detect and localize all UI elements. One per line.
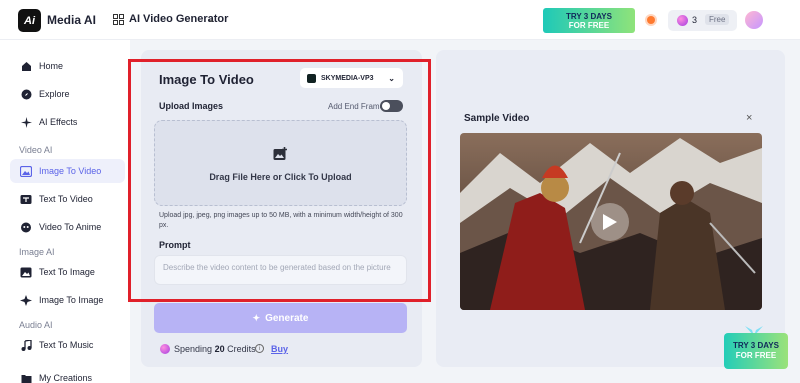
sidebar-item-ai-effects[interactable]: AI Effects [10, 110, 125, 134]
sidebar-item-text-to-music[interactable]: Text To Music [10, 333, 125, 357]
spending-text: Spending 20 Credits [174, 344, 256, 354]
sidebar-item-label: My Creations [39, 373, 93, 383]
end-frame-label: Add End Frame [328, 102, 385, 111]
generate-button[interactable]: ✦ Generate [154, 303, 407, 333]
sidebar-item-label: Video To Anime [39, 222, 102, 232]
prompt-label: Prompt [159, 240, 191, 250]
sparkle-icon: ✦ [252, 312, 261, 323]
model-name: SKYMEDIA-VP3 [321, 74, 374, 82]
sidebar-item-label: Image To Video [39, 166, 102, 176]
grid-icon [113, 14, 124, 25]
chevron-down-icon[interactable]: ⌄ [207, 14, 215, 25]
sidebar-item-explore[interactable]: Explore [10, 82, 125, 106]
buy-link[interactable]: Buy [271, 344, 288, 354]
credit-gem-icon [160, 344, 170, 354]
avatar[interactable] [745, 11, 763, 29]
sidebar-item-text-to-video[interactable]: Text To Video [10, 187, 125, 211]
sidebar-item-label: Text To Music [39, 340, 94, 350]
app-logo[interactable]: Ai [18, 9, 41, 32]
sidebar-item-label: Home [39, 61, 64, 71]
sidebar-item-text-to-image[interactable]: Text To Image [10, 260, 125, 284]
sample-video-title: Sample Video [464, 113, 530, 124]
compass-icon [20, 88, 32, 100]
sidebar-item-label: Image To Image [39, 295, 104, 305]
generate-label: Generate [265, 312, 309, 324]
sidebar-item-label: AI Effects [39, 117, 78, 127]
close-icon[interactable]: × [746, 112, 752, 124]
brand-name: Media AI [47, 13, 96, 27]
free-trial-banner[interactable]: TRY 3 DAYS FOR FREE [543, 8, 635, 33]
sidebar-item-image-to-image[interactable]: Image To Image [10, 288, 125, 312]
anime-icon [20, 221, 32, 233]
trial-line-1: TRY 3 DAYS [566, 11, 612, 21]
credit-gem-icon [677, 15, 688, 26]
text-image-icon [20, 266, 32, 278]
sidebar-item-label: Text To Video [39, 194, 93, 204]
trial-line-2: FOR FREE [568, 20, 610, 30]
sidebar-item-label: Explore [39, 89, 70, 99]
credit-count: 3 [692, 15, 698, 25]
section-image-ai: Image AI [19, 247, 55, 257]
info-icon[interactable]: i [255, 344, 264, 353]
top-bar: Ai Media AI AI Video Generator ⌄ TRY 3 D… [0, 0, 800, 40]
promo-line-1: TRY 3 DAYS [733, 341, 779, 350]
free-trial-badge[interactable]: TRY 3 DAYS FOR FREE [724, 333, 788, 369]
image-image-icon [20, 294, 32, 306]
sidebar-item-my-creations[interactable]: My Creations [10, 366, 125, 383]
add-image-icon [273, 147, 287, 160]
prompt-placeholder: Describe the video content to be generat… [163, 263, 391, 272]
folder-icon [20, 372, 32, 383]
dropzone-text: Drag File Here or Click To Upload [209, 172, 352, 182]
image-video-icon [20, 165, 32, 177]
model-logo-icon [307, 73, 316, 83]
upload-hint: Upload jpg, jpeg, png images up to 50 MB… [159, 212, 403, 229]
promo-line-2: FOR FREE [735, 351, 777, 360]
music-icon [20, 339, 32, 351]
sparkle-icon [20, 116, 32, 128]
chevron-down-icon: ⌄ [388, 73, 395, 83]
model-select[interactable]: SKYMEDIA-VP3 ⌄ [300, 68, 403, 88]
end-frame-toggle[interactable] [380, 100, 403, 112]
sidebar-item-home[interactable]: Home [10, 54, 125, 78]
upload-images-label: Upload Images [159, 101, 224, 111]
upload-dropzone[interactable] [154, 120, 407, 206]
notification-icon[interactable] [647, 16, 655, 24]
sidebar-item-label: Text To Image [39, 267, 95, 277]
text-video-icon [20, 193, 32, 205]
spending-prefix: Spending [174, 344, 213, 354]
spending-amount: 20 [214, 344, 225, 354]
spending-suffix: Credits [227, 344, 256, 354]
plan-badge: Free [705, 14, 730, 25]
section-video-ai: Video AI [19, 145, 53, 155]
page-title: Image To Video [159, 72, 254, 87]
home-icon [20, 60, 32, 72]
sidebar-item-video-to-anime[interactable]: Video To Anime [10, 215, 125, 239]
play-button[interactable] [591, 203, 629, 241]
play-icon [603, 214, 617, 230]
sidebar-item-image-to-video[interactable]: Image To Video [10, 159, 125, 183]
section-audio-ai: Audio AI [19, 320, 53, 330]
